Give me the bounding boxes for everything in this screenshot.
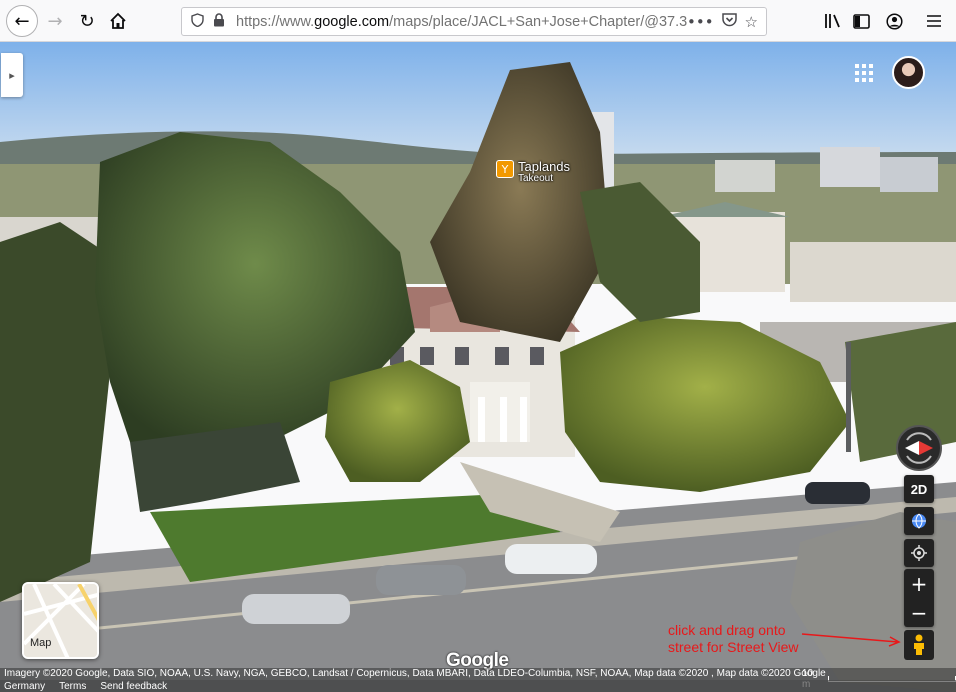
globe-view-button[interactable] [904, 507, 934, 535]
menu-button[interactable] [920, 7, 948, 35]
street-view-annotation: click and drag onto street for Street Vi… [668, 622, 799, 655]
address-bar[interactable]: https://www.google.com/maps/place/JACL+S… [181, 7, 767, 36]
arrow-right-icon: → [47, 10, 63, 32]
chevron-right-icon: ▸ [9, 68, 15, 82]
back-button[interactable]: ← [6, 5, 38, 37]
globe-icon [912, 513, 926, 529]
url-text[interactable]: https://www.google.com/maps/place/JACL+S… [236, 14, 687, 30]
home-button[interactable] [104, 7, 132, 35]
compass-needle-icon [905, 432, 933, 464]
page-actions-menu[interactable]: ••• [687, 13, 714, 31]
hamburger-icon [927, 15, 941, 27]
browser-toolbar: ← → ↻ https://www.google.com/maps/place/… [0, 0, 956, 42]
forward-button[interactable]: → [41, 7, 69, 35]
footer-feedback-link[interactable]: Send feedback [100, 681, 167, 692]
pocket-icon[interactable] [721, 12, 737, 31]
pegman-icon [914, 634, 924, 655]
map-layer-toggle[interactable]: Map [22, 582, 99, 659]
bar-icon: Y [496, 160, 514, 178]
footer-region-link[interactable]: Germany [4, 681, 45, 692]
sidebar-icon [852, 13, 870, 29]
lock-icon[interactable] [208, 12, 230, 31]
footer-terms-link[interactable]: Terms [59, 681, 86, 692]
satellite-3d-imagery[interactable] [0, 42, 956, 692]
arrow-left-icon: ← [14, 10, 30, 32]
annotation-arrow [801, 633, 901, 647]
avatar[interactable] [892, 56, 925, 89]
view-2d-button[interactable]: 2D [904, 475, 934, 503]
zoom-out-button[interactable]: − [904, 598, 934, 627]
library-icon [825, 14, 840, 28]
zoom-in-button[interactable]: + [904, 569, 934, 598]
library-button[interactable] [819, 7, 847, 35]
reload-icon: ↻ [79, 10, 95, 32]
bookmark-star-icon[interactable]: ☆ [745, 13, 758, 31]
poi-name[interactable]: Taplands [518, 160, 570, 173]
compass-control[interactable] [896, 425, 942, 471]
account-button[interactable] [880, 7, 908, 35]
minimap-label: Map [30, 637, 52, 649]
crosshair-icon [911, 545, 927, 561]
expand-side-panel-button[interactable]: ▸ [1, 53, 23, 97]
poi-subtitle: Takeout [518, 173, 554, 184]
shield-icon[interactable] [186, 12, 208, 31]
reload-button[interactable]: ↻ [73, 7, 101, 35]
poi-marker[interactable]: Y Taplands Takeout [496, 160, 570, 184]
sidebar-button[interactable] [847, 7, 875, 35]
pegman-street-view-button[interactable] [904, 630, 934, 660]
my-location-button[interactable] [904, 539, 934, 567]
account-icon [885, 12, 903, 30]
map-canvas[interactable]: ▸ Y Taplands Takeout 2D + − click and dr… [0, 42, 956, 692]
zoom-controls: + − [904, 569, 934, 627]
apps-grid-icon[interactable] [855, 64, 873, 82]
home-icon [110, 12, 126, 29]
map-footer: Germany Terms Send feedback [0, 680, 956, 692]
